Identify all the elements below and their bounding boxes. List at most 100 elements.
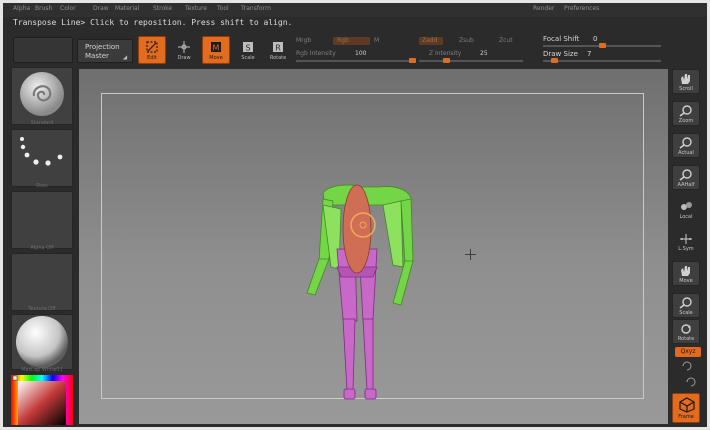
frame-button[interactable]: Frame: [672, 393, 700, 423]
scroll-button[interactable]: Scroll: [672, 69, 700, 94]
scale-icon: S: [243, 42, 253, 53]
move-label: Move: [209, 55, 223, 61]
symmetry-icon: [680, 234, 692, 244]
zoom-magnifier-icon: [679, 105, 692, 117]
mrgb-toggle[interactable]: Mrgb: [296, 37, 311, 44]
aahalf-label: AAHalf: [677, 182, 695, 188]
brush-label: Standard: [30, 120, 54, 126]
svg-text:R: R: [275, 44, 281, 53]
scale-view-icon: [679, 297, 692, 309]
scale-button[interactable]: S Scale: [234, 36, 262, 64]
menu-preferences[interactable]: Preferences: [564, 5, 599, 12]
move-view-label: Move: [679, 278, 693, 284]
toolbar: Projection Master Edit Draw M Move S Sca…: [3, 33, 707, 67]
rotate-view-button[interactable]: Rotate: [672, 319, 700, 344]
rotate-icon: R: [273, 42, 283, 53]
scale-view-button[interactable]: Scale: [672, 293, 700, 318]
rgb-intensity-label: Rgb Intensity: [296, 50, 336, 57]
rgb-intensity-slider[interactable]: [296, 60, 416, 62]
focal-shift-knob[interactable]: [598, 43, 606, 48]
draw-crosshair-icon: [178, 41, 190, 53]
zsub-toggle[interactable]: Zsub: [459, 37, 474, 44]
rgb-label: Rgb: [337, 37, 349, 44]
focal-shift-value: 0: [593, 35, 598, 43]
zadd-toggle[interactable]: Zadd: [419, 37, 443, 45]
svg-text:S: S: [245, 44, 250, 53]
projection-master-button[interactable]: Projection Master: [77, 39, 133, 63]
move-hand-icon: [681, 266, 690, 276]
menu-material[interactable]: Material: [115, 5, 139, 12]
local-button[interactable]: Local: [672, 197, 700, 222]
z-intensity-slider[interactable]: [419, 60, 523, 62]
svg-text:M: M: [213, 44, 220, 53]
edit-label: Edit: [147, 55, 157, 61]
actual-label: Actual: [678, 150, 694, 156]
lsym-button[interactable]: L.Sym: [672, 229, 700, 254]
draw-label: Draw: [177, 55, 191, 61]
texture-picker[interactable]: [11, 253, 73, 311]
scale-label: Scale: [241, 55, 255, 61]
local-label: Local: [679, 214, 693, 220]
material-picker[interactable]: [11, 314, 73, 370]
frame-cube-icon: [679, 397, 695, 413]
canvas-viewport[interactable]: [79, 69, 668, 424]
zoom-label: Zoom: [678, 118, 694, 124]
dots-stroke-icon: [20, 137, 63, 166]
frame-label: Frame: [678, 414, 694, 420]
menu-draw[interactable]: Draw: [93, 5, 109, 12]
y-rotation-icon[interactable]: [681, 361, 693, 371]
rgb-toggle[interactable]: Rgb: [333, 37, 370, 45]
rotate-view-icon: [681, 324, 691, 334]
alpha-label: Alpha Off: [30, 245, 54, 251]
z-intensity-value: 25: [480, 50, 488, 57]
color-picker[interactable]: [11, 375, 73, 425]
menu-bar: Alpha Brush Color Draw Material Stroke T…: [3, 3, 707, 17]
draw-size-label: Draw Size: [543, 50, 578, 58]
alpha-picker[interactable]: [11, 191, 73, 249]
local-spheres-icon: [681, 202, 692, 210]
actual-size-icon: [679, 137, 692, 149]
zbrush-window: Alpha Brush Color Draw Material Stroke T…: [3, 3, 707, 427]
z-intensity-label: Z Intensity: [429, 50, 462, 57]
menu-tool[interactable]: Tool: [217, 5, 229, 12]
aahalf-icon: [679, 169, 692, 181]
status-text: Transpose Line> Click to reposition. Pre…: [13, 18, 293, 27]
menu-texture[interactable]: Texture: [185, 5, 207, 12]
z-rotation-icon[interactable]: [685, 377, 697, 387]
stroke-picker[interactable]: [11, 129, 73, 187]
current-tool-thumbnail[interactable]: [13, 37, 73, 63]
draw-size-slider[interactable]: [543, 60, 661, 62]
draw-size-knob[interactable]: [550, 58, 558, 63]
z-intensity-knob[interactable]: [443, 58, 451, 63]
brush-picker[interactable]: [11, 67, 73, 125]
torso-zsphere[interactable]: [342, 184, 372, 274]
zoom-button[interactable]: Zoom: [672, 101, 700, 126]
texture-label: Texture Off: [28, 306, 56, 312]
menu-brush[interactable]: Brush: [35, 5, 52, 12]
menu-render[interactable]: Render: [533, 5, 554, 12]
draw-button[interactable]: Draw: [170, 36, 198, 64]
aahalf-button[interactable]: AAHalf: [672, 165, 700, 190]
menu-color[interactable]: Color: [60, 5, 76, 12]
edit-button[interactable]: Edit: [138, 36, 166, 64]
menu-stroke[interactable]: Stroke: [153, 5, 172, 12]
scroll-label: Scroll: [679, 86, 693, 92]
transpose-line-icon: [146, 41, 158, 53]
move-view-button[interactable]: Move: [672, 261, 700, 286]
rotate-label: Rotate: [269, 55, 287, 61]
zcut-toggle[interactable]: Zcut: [499, 37, 513, 44]
actual-button[interactable]: Actual: [672, 133, 700, 158]
rotate-button[interactable]: R Rotate: [264, 36, 292, 64]
m-toggle[interactable]: M: [374, 37, 379, 44]
menu-alpha[interactable]: Alpha: [13, 5, 30, 12]
material-label: MatCap White01: [21, 367, 63, 373]
stroke-label: Dots: [36, 183, 48, 189]
zsphere-figure[interactable]: [79, 69, 668, 424]
rgb-intensity-knob[interactable]: [409, 58, 416, 63]
move-button[interactable]: M Move: [202, 36, 230, 64]
xyz-rotation-toggle[interactable]: Qxyz: [675, 347, 701, 357]
projection-master-label-1: Projection: [85, 43, 120, 51]
menu-transform[interactable]: Transform: [241, 5, 271, 12]
cursor-crosshair-icon: [465, 249, 476, 260]
move-icon: M: [211, 42, 221, 53]
